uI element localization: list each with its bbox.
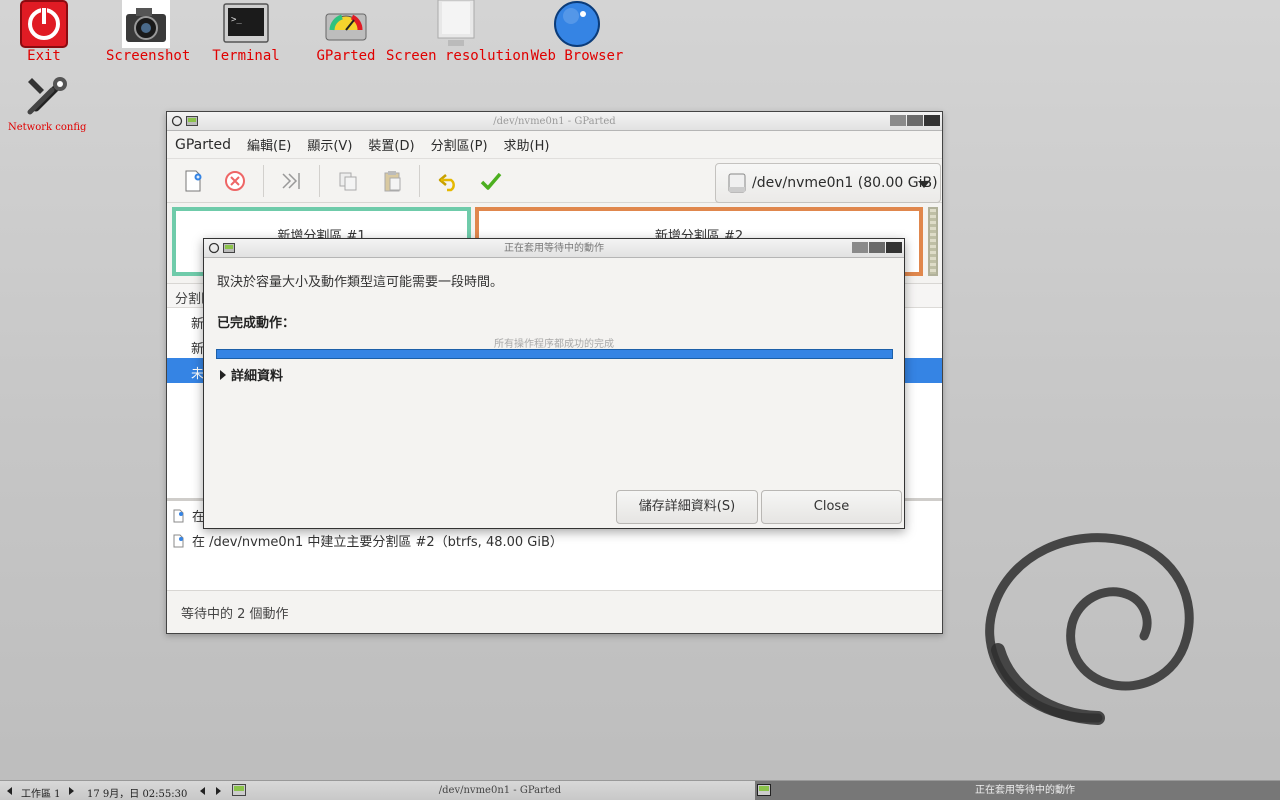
main-window-titlebar[interactable]: /dev/nvme0n1 - GParted bbox=[167, 112, 942, 131]
clock: 17 9月，日 02:55:30 bbox=[87, 789, 188, 800]
list-item[interactable]: 在 /dev/nvme0n1 中建立主要分割區 #2（btrfs, 48.00 … bbox=[167, 528, 942, 553]
drive-icon bbox=[728, 173, 746, 193]
disk-gauge-icon bbox=[325, 13, 367, 41]
chevron-down-icon bbox=[918, 181, 930, 188]
workspace-label[interactable]: 工作區 1 bbox=[21, 785, 61, 800]
desktop-icon-label: Network config bbox=[8, 122, 87, 133]
globe-icon bbox=[554, 1, 600, 47]
taskbar-item-label: /dev/nvme0n1 - GParted bbox=[438, 785, 562, 796]
toolbar: /dev/nvme0n1 (80.00 GiB) bbox=[167, 159, 942, 203]
progress-bar bbox=[216, 349, 893, 359]
task-prev-icon[interactable] bbox=[200, 787, 205, 795]
document-icon bbox=[173, 534, 184, 547]
menu-gparted[interactable]: GParted bbox=[175, 137, 231, 153]
menu-edit[interactable]: 編輯(E) bbox=[247, 135, 291, 154]
camera-icon bbox=[122, 0, 170, 48]
debian-menu-icon[interactable] bbox=[208, 242, 220, 254]
power-icon bbox=[20, 0, 68, 48]
maximize-button[interactable] bbox=[907, 115, 923, 126]
desktop-icon-exit[interactable]: Exit bbox=[18, 0, 70, 64]
desktop-icon-network-config[interactable]: Network config bbox=[8, 72, 87, 136]
menu-help[interactable]: 求助(H) bbox=[504, 135, 550, 154]
taskbar: 工作區 1 17 9月，日 02:55:30 /dev/nvme0n1 - GP… bbox=[0, 780, 1280, 800]
details-expander[interactable]: 詳細資料 bbox=[220, 365, 283, 384]
expander-arrow-icon bbox=[220, 369, 226, 380]
minimize-button[interactable] bbox=[890, 115, 906, 126]
operation-text: 在 /dev/nvme0n1 中建立主要分割區 #2（btrfs, 48.00 … bbox=[192, 535, 563, 550]
progress-bar-fill bbox=[217, 350, 892, 358]
resize-move-icon[interactable] bbox=[279, 169, 303, 193]
menu-view[interactable]: 顯示(V) bbox=[307, 135, 352, 154]
details-label: 詳細資料 bbox=[231, 369, 284, 384]
monitor-icon bbox=[437, 0, 475, 46]
debian-logo bbox=[985, 533, 1194, 725]
dialog-titlebar[interactable]: 正在套用等待中的動作 bbox=[204, 239, 904, 258]
desktop-icon-screen-resolution[interactable]: Screen resolution bbox=[386, 0, 530, 64]
desktop-icon-terminal[interactable]: >_ Terminal bbox=[206, 0, 286, 64]
unallocated-block[interactable] bbox=[928, 207, 938, 276]
desktop-icon-label: Screen resolution bbox=[386, 48, 530, 64]
tools-icon bbox=[27, 77, 67, 115]
apply-check-icon[interactable] bbox=[479, 169, 503, 193]
minimize-button[interactable] bbox=[852, 242, 868, 253]
gparted-app-icon bbox=[186, 116, 198, 126]
desktop-icon-web-browser[interactable]: Web Browser bbox=[530, 0, 624, 64]
close-window-button[interactable] bbox=[924, 115, 940, 126]
device-selector-label: /dev/nvme0n1 (80.00 GiB) bbox=[752, 175, 938, 191]
svg-text:>_: >_ bbox=[231, 15, 242, 25]
desktop-icon-screenshot[interactable]: Screenshot bbox=[106, 0, 191, 64]
paste-icon[interactable] bbox=[380, 169, 404, 193]
taskbar-item-gparted[interactable]: /dev/nvme0n1 - GParted bbox=[248, 781, 752, 800]
status-bar: 等待中的 2 個動作 bbox=[167, 590, 942, 630]
task-next-icon[interactable] bbox=[216, 787, 221, 795]
progress-status-text: 所有操作程序都成功的完成 bbox=[494, 339, 614, 350]
taskbar-item-apply-dialog[interactable]: 正在套用等待中的動作 bbox=[755, 781, 1280, 800]
menu-device[interactable]: 裝置(D) bbox=[368, 135, 414, 154]
taskbar-item-label: 正在套用等待中的動作 bbox=[975, 785, 1075, 796]
gparted-app-icon bbox=[223, 243, 235, 253]
undo-icon[interactable] bbox=[437, 169, 461, 193]
completed-operations-label: 已完成動作： bbox=[217, 316, 296, 331]
terminal-icon: >_ bbox=[223, 3, 269, 43]
apply-operations-dialog: 正在套用等待中的動作 取決於容量大小及動作類型這可能需要一段時間。 已完成動作：… bbox=[203, 238, 905, 529]
menubar: GParted 編輯(E) 顯示(V) 裝置(D) 分割區(P) 求助(H) bbox=[167, 131, 942, 159]
gparted-app-icon bbox=[232, 784, 246, 796]
desktop-icon-label: GParted bbox=[316, 48, 376, 64]
maximize-button[interactable] bbox=[869, 242, 885, 253]
dialog-info-text: 取決於容量大小及動作類型這可能需要一段時間。 bbox=[217, 275, 504, 290]
desktop-icon-label: Exit bbox=[27, 48, 61, 64]
new-partition-icon[interactable] bbox=[181, 169, 205, 193]
workspace-prev-icon[interactable] bbox=[7, 787, 12, 795]
debian-menu-icon[interactable] bbox=[171, 115, 183, 127]
dialog-title: 正在套用等待中的動作 bbox=[504, 243, 604, 254]
menu-partition[interactable]: 分割區(P) bbox=[431, 135, 488, 154]
workspace-next-icon[interactable] bbox=[69, 787, 74, 795]
desktop-icon-label: Web Browser bbox=[530, 48, 624, 64]
desktop-icon-gparted[interactable]: GParted bbox=[306, 0, 386, 64]
desktop-icon-label: Terminal bbox=[212, 48, 280, 64]
delete-partition-icon[interactable] bbox=[223, 169, 247, 193]
main-window-title: /dev/nvme0n1 - GParted bbox=[493, 116, 616, 127]
save-details-button[interactable]: 儲存詳細資料(S) bbox=[616, 490, 758, 524]
close-window-button[interactable] bbox=[886, 242, 902, 253]
copy-icon[interactable] bbox=[336, 169, 360, 193]
close-button[interactable]: Close bbox=[761, 490, 902, 524]
desktop-icon-label: Screenshot bbox=[106, 48, 191, 64]
device-selector[interactable]: /dev/nvme0n1 (80.00 GiB) bbox=[715, 163, 941, 203]
document-icon bbox=[173, 509, 184, 522]
